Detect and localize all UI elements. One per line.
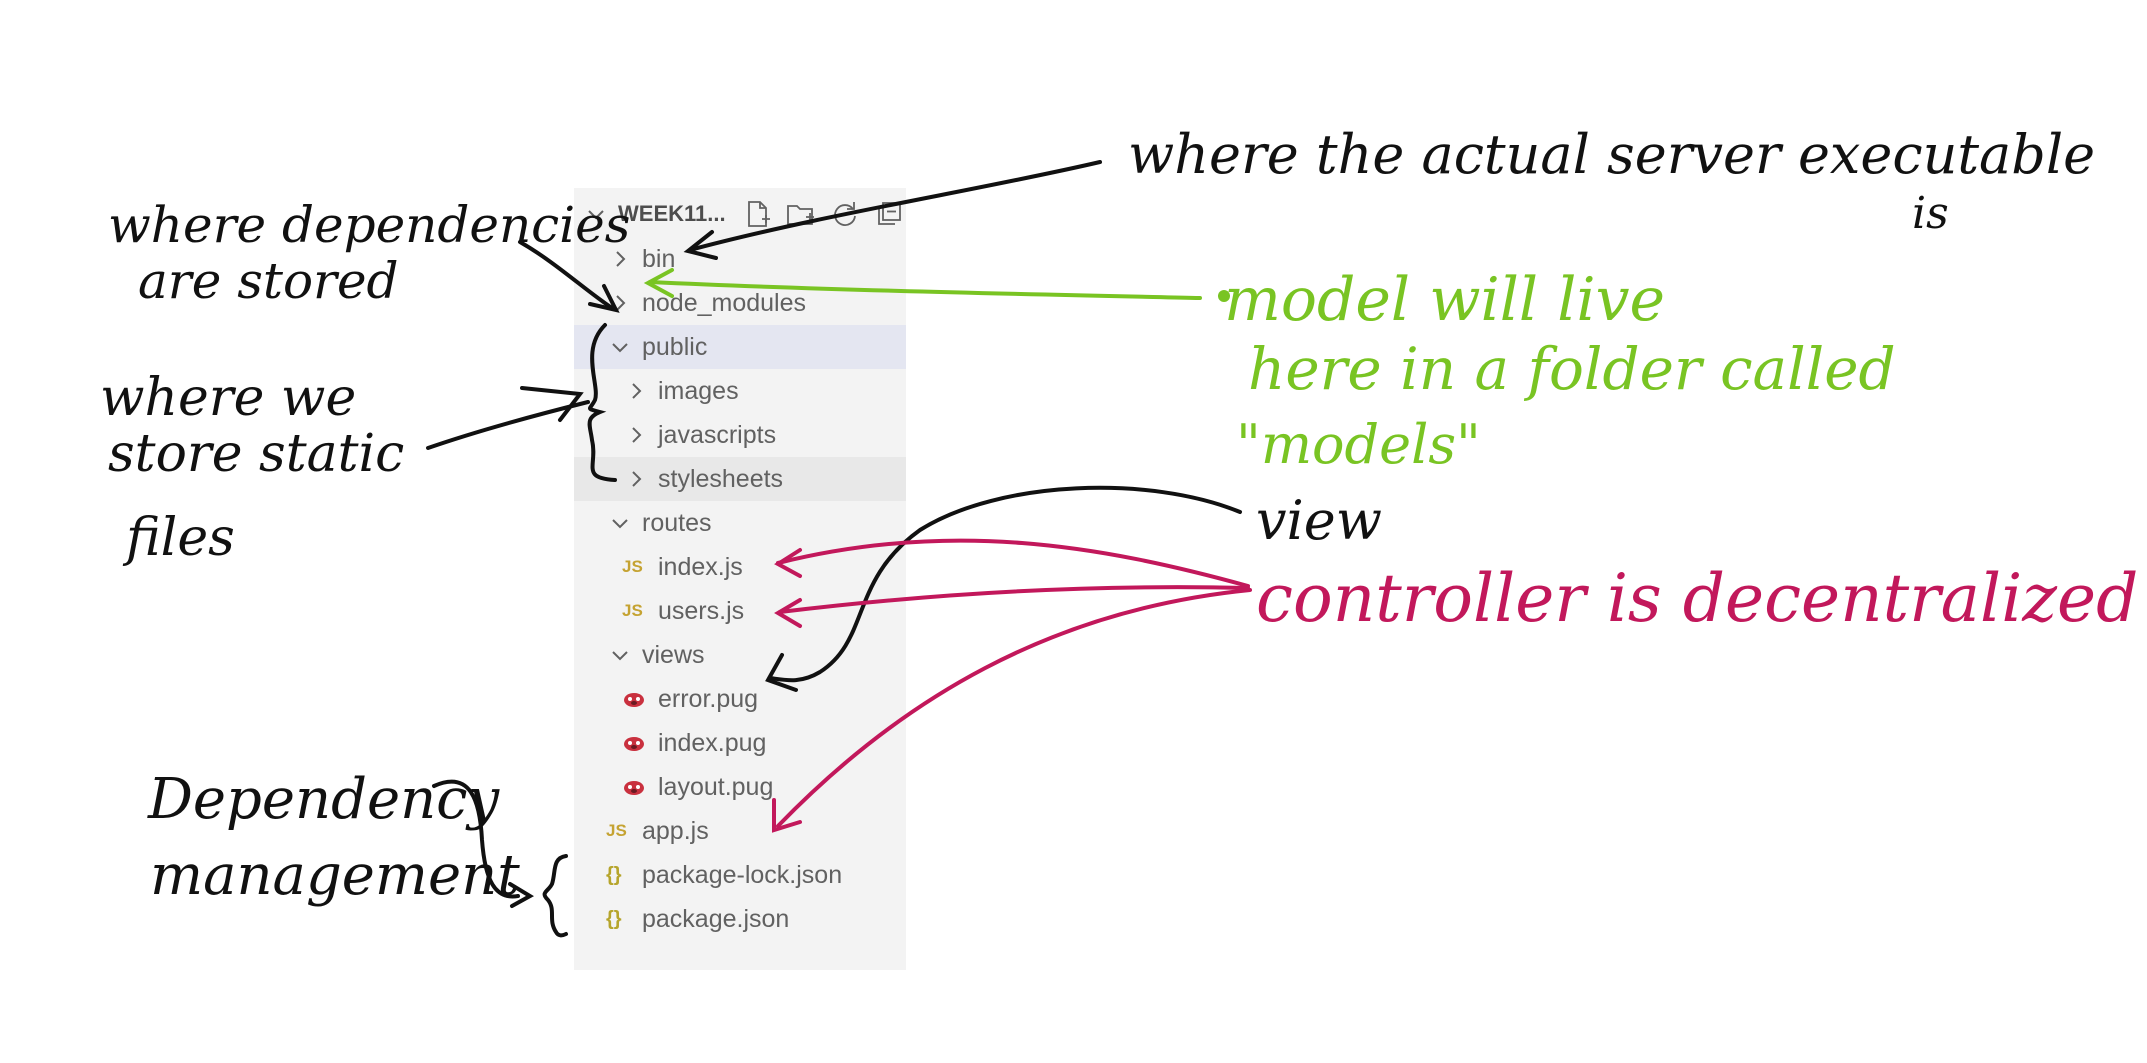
chevron-down-icon xyxy=(608,511,632,535)
refresh-icon[interactable] xyxy=(830,199,860,229)
tree-item-label: images xyxy=(658,376,739,405)
tree-item-label: index.js xyxy=(630,547,779,589)
tree-file-users-js[interactable]: JS users.js xyxy=(574,589,906,633)
annotation-server-executable: where the actual server executable xyxy=(1128,123,2096,186)
tree-file-index-pug[interactable]: index.pug xyxy=(574,721,906,765)
chevron-down-icon xyxy=(608,335,632,359)
collapse-all-icon[interactable] xyxy=(874,199,904,229)
tree-item-label: views xyxy=(642,640,705,669)
annotation-dependencies-stored: are stored xyxy=(138,252,399,310)
explorer-panel: WEEK11... bin node_modules public images… xyxy=(574,188,906,970)
annotation-model-line1: model will live xyxy=(1224,265,1665,335)
pug-file-icon xyxy=(622,777,648,797)
tree-item-label: index.pug xyxy=(658,728,767,757)
chevron-right-icon xyxy=(624,423,648,447)
pug-file-icon xyxy=(622,733,648,753)
tree-folder-node-modules[interactable]: node_modules xyxy=(574,281,906,325)
annotation-dependencies: where dependencies xyxy=(108,196,631,254)
arrowhead-static xyxy=(520,386,584,422)
annotation-server-executable-is: is xyxy=(1912,188,1949,239)
tree-item-label: app.js xyxy=(602,811,769,853)
tree-item-label: users.js xyxy=(629,591,781,633)
annotation-static-line2: store static xyxy=(108,424,405,484)
tree-item-label: routes xyxy=(642,508,712,537)
brace-package-files xyxy=(542,854,568,938)
annotation-model-line3: "models" xyxy=(1236,413,1481,476)
tree-file-package-lock-json[interactable]: {} package-lock.json xyxy=(574,853,906,897)
tree-item-label: package-lock.json xyxy=(642,860,843,889)
chevron-down-icon xyxy=(608,643,632,667)
js-file-icon: JS xyxy=(622,601,643,620)
explorer-toolbar xyxy=(742,199,904,229)
annotation-static-line1: where we xyxy=(100,368,357,428)
tree-item-label: javascripts xyxy=(658,420,777,449)
js-file-icon: JS xyxy=(622,557,643,576)
tree-folder-views[interactable]: views xyxy=(574,633,906,677)
json-file-icon: {} xyxy=(606,907,622,930)
new-folder-icon[interactable] xyxy=(786,199,816,229)
annotation-static-line3: files xyxy=(126,508,235,568)
new-file-icon[interactable] xyxy=(742,199,772,229)
workspace-title: WEEK11... xyxy=(618,201,726,226)
annotation-dependency-management-line2: management xyxy=(150,843,520,908)
chevron-right-icon xyxy=(624,379,648,403)
js-file-icon: JS xyxy=(606,821,627,840)
tree-item-label: public xyxy=(642,332,708,361)
tree-item-label: error.pug xyxy=(658,684,759,713)
tree-folder-public[interactable]: public xyxy=(574,325,906,369)
annotation-view: view xyxy=(1256,489,1382,552)
annotation-dependency-management-line1: Dependency xyxy=(148,767,500,832)
tree-file-error-pug[interactable]: error.pug xyxy=(574,677,906,721)
chevron-right-icon xyxy=(608,291,632,315)
tree-item-label: node_modules xyxy=(642,288,807,317)
tree-file-index-js[interactable]: JS index.js xyxy=(574,545,906,589)
tree-file-package-json[interactable]: {} package.json xyxy=(574,897,906,941)
chevron-right-icon xyxy=(624,467,648,491)
tree-folder-javascripts[interactable]: javascripts xyxy=(574,413,906,457)
tree-item-label: layout.pug xyxy=(658,772,774,801)
tree-item-label: package.json xyxy=(642,904,790,933)
arrow-static xyxy=(426,400,590,450)
tree-item-label: stylesheets xyxy=(658,464,784,493)
annotation-model-line2: here in a folder called xyxy=(1248,335,1896,403)
tree-file-layout-pug[interactable]: layout.pug xyxy=(574,765,906,809)
tree-folder-images[interactable]: images xyxy=(574,369,906,413)
annotation-controller: controller is decentralized xyxy=(1256,560,2139,637)
pug-file-icon xyxy=(622,689,648,709)
tree-file-app-js[interactable]: JS app.js xyxy=(574,809,906,853)
tree-folder-routes[interactable]: routes xyxy=(574,501,906,545)
tree-item-label: bin xyxy=(642,244,676,273)
json-file-icon: {} xyxy=(606,863,622,886)
tree-folder-stylesheets[interactable]: stylesheets xyxy=(574,457,906,501)
